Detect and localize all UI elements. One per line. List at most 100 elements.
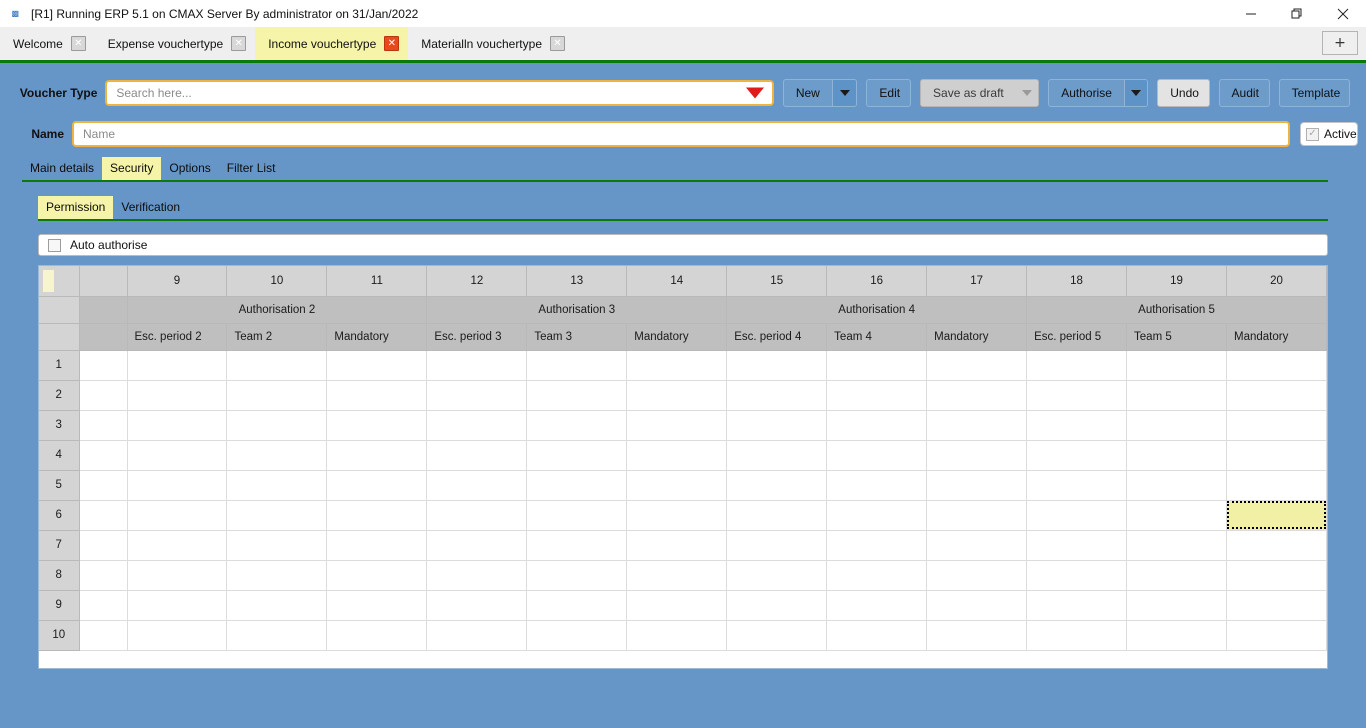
row-header[interactable]: 2 — [39, 380, 79, 410]
table-row[interactable]: 2 — [39, 380, 1327, 410]
grid-cell[interactable] — [127, 470, 227, 500]
table-row[interactable]: 10 — [39, 620, 1327, 650]
grid-cell[interactable] — [1226, 560, 1326, 590]
grid-cell[interactable] — [727, 380, 827, 410]
grid-cell[interactable] — [327, 620, 427, 650]
undo-button[interactable]: Undo — [1157, 79, 1209, 107]
grid-cell[interactable] — [827, 470, 927, 500]
column-header-13[interactable]: 13 — [527, 266, 627, 296]
grid-cell[interactable] — [1127, 380, 1227, 410]
grid-cell[interactable] — [327, 410, 427, 440]
grid-cell[interactable] — [1027, 620, 1127, 650]
grid-cell[interactable] — [1226, 410, 1326, 440]
grid-cell[interactable] — [327, 440, 427, 470]
column-header-20[interactable]: 20 — [1226, 266, 1326, 296]
tab-expense-vouchertype[interactable]: Expense vouchertype ✕ — [95, 27, 255, 60]
grid-cell[interactable] — [1027, 470, 1127, 500]
grid-cell[interactable] — [927, 440, 1027, 470]
grid-cell[interactable] — [1027, 560, 1127, 590]
grid-cell[interactable] — [127, 530, 227, 560]
grid-cell[interactable] — [1127, 620, 1227, 650]
grid-cell[interactable] — [927, 620, 1027, 650]
authorise-dropdown-toggle[interactable] — [1124, 80, 1147, 106]
field-header[interactable]: Mandatory — [327, 323, 427, 350]
grid-cell[interactable] — [527, 410, 627, 440]
grid-cell[interactable] — [827, 590, 927, 620]
row-header[interactable]: 4 — [39, 440, 79, 470]
grid-cell[interactable] — [1127, 470, 1227, 500]
grid-cell[interactable] — [1127, 530, 1227, 560]
dropdown-arrow-icon[interactable] — [746, 87, 764, 98]
grid-cell[interactable] — [227, 380, 327, 410]
grid-cell[interactable] — [227, 530, 327, 560]
field-header[interactable]: Team 4 — [827, 323, 927, 350]
grid-cell[interactable] — [227, 590, 327, 620]
voucher-type-search-combobox[interactable] — [105, 80, 773, 106]
tab-filter-list[interactable]: Filter List — [219, 157, 284, 180]
tab-materialln-vouchertype[interactable]: Materialln vouchertype ✕ — [408, 27, 574, 60]
grid-cell[interactable] — [727, 620, 827, 650]
tab-options[interactable]: Options — [161, 157, 218, 180]
save-as-draft-dropdown-toggle[interactable] — [1016, 80, 1038, 106]
grid-cell[interactable] — [627, 410, 727, 440]
table-row[interactable]: 6 — [39, 500, 1327, 530]
grid-cell[interactable] — [227, 440, 327, 470]
authorise-button[interactable]: Authorise — [1048, 79, 1148, 107]
grid-cell[interactable] — [227, 560, 327, 590]
row-header[interactable]: 5 — [39, 470, 79, 500]
row-indicator-cell[interactable] — [79, 440, 127, 470]
grid-cell[interactable] — [1027, 500, 1127, 530]
grid-cell[interactable] — [1127, 590, 1227, 620]
table-row[interactable]: 3 — [39, 410, 1327, 440]
column-header-11[interactable]: 11 — [327, 266, 427, 296]
grid-cell[interactable] — [127, 500, 227, 530]
grid-cell[interactable] — [827, 500, 927, 530]
close-icon[interactable]: ✕ — [71, 36, 86, 51]
field-header[interactable]: Team 3 — [527, 323, 627, 350]
column-header-9[interactable]: 9 — [127, 266, 227, 296]
grid-cell[interactable] — [1027, 410, 1127, 440]
grid-cell[interactable] — [627, 470, 727, 500]
grid-cell[interactable] — [127, 560, 227, 590]
grid-cell[interactable] — [1226, 440, 1326, 470]
grid-cell[interactable] — [527, 560, 627, 590]
save-as-draft-button[interactable]: Save as draft — [920, 79, 1039, 107]
grid-cell[interactable] — [1027, 350, 1127, 380]
grid-cell[interactable] — [727, 560, 827, 590]
tab-main-details[interactable]: Main details — [22, 157, 102, 180]
grid-cell[interactable] — [1226, 470, 1326, 500]
row-header[interactable]: 3 — [39, 410, 79, 440]
grid-cell[interactable] — [1226, 530, 1326, 560]
new-tab-button[interactable]: + — [1322, 31, 1358, 55]
row-header[interactable]: 10 — [39, 620, 79, 650]
field-header[interactable]: Esc. period 2 — [127, 323, 227, 350]
template-button[interactable]: Template — [1279, 79, 1350, 107]
tab-verification[interactable]: Verification — [113, 196, 188, 219]
column-header-15[interactable]: 15 — [727, 266, 827, 296]
row-indicator-cell[interactable] — [79, 590, 127, 620]
grid-cell[interactable] — [227, 500, 327, 530]
grid-cell[interactable] — [427, 590, 527, 620]
table-row[interactable]: 9 — [39, 590, 1327, 620]
table-row[interactable]: 4 — [39, 440, 1327, 470]
grid-cell[interactable] — [327, 530, 427, 560]
row-indicator-cell[interactable] — [79, 410, 127, 440]
grid-cell[interactable] — [927, 470, 1027, 500]
name-input[interactable] — [72, 121, 1290, 147]
grid-cell[interactable] — [627, 560, 727, 590]
grid-cell[interactable] — [927, 560, 1027, 590]
row-indicator-cell[interactable] — [79, 380, 127, 410]
column-header-12[interactable]: 12 — [427, 266, 527, 296]
grid-cell[interactable] — [427, 500, 527, 530]
grid-cell[interactable] — [927, 350, 1027, 380]
column-header-10[interactable]: 10 — [227, 266, 327, 296]
grid-cell[interactable] — [927, 500, 1027, 530]
column-header-14[interactable]: 14 — [627, 266, 727, 296]
close-icon[interactable]: ✕ — [231, 36, 246, 51]
row-header[interactable]: 7 — [39, 530, 79, 560]
audit-button[interactable]: Audit — [1219, 79, 1270, 107]
grid-cell[interactable] — [327, 350, 427, 380]
grid-cell[interactable] — [527, 350, 627, 380]
tab-permission[interactable]: Permission — [38, 196, 113, 219]
grid-cell[interactable] — [227, 350, 327, 380]
